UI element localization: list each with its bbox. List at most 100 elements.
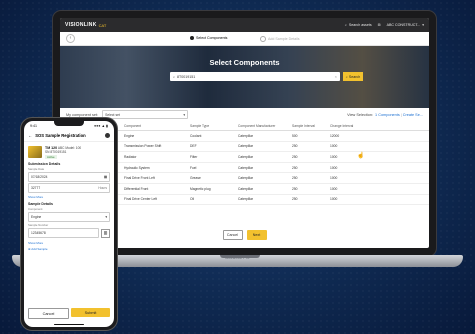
hours-unit: Hours — [98, 186, 107, 190]
step-active-dot — [190, 36, 194, 40]
page-title: Select Components — [209, 58, 280, 67]
search-icon: ⌕ — [173, 74, 176, 79]
sample-number-field[interactable]: 12345678 — [28, 228, 99, 238]
app-top-bar: VISIONLINK CAT ⌕ Search assets ⊞ ABC CON… — [60, 18, 429, 32]
sample-type-cell: DEF — [188, 141, 236, 153]
asset-card: TM 120 ABC Model: 100 SN 8T0019151 Activ… — [28, 146, 110, 159]
search-button[interactable]: ⌕ Search — [343, 72, 363, 81]
show-more-link[interactable]: Show More — [28, 241, 110, 245]
account-label: ABC CONSTRUCT... — [386, 23, 421, 27]
sample-type-cell: Oil — [188, 194, 236, 206]
manufacturer-cell: Caterpillar — [236, 183, 290, 195]
change-interval-cell: 12000 — [328, 130, 429, 142]
component-cell: Transmission Power Shift — [122, 141, 188, 153]
change-interval-cell: 1000 — [328, 151, 429, 163]
manufacturer-cell: Caterpillar — [236, 162, 290, 174]
component-set-row: My component set: Select set ▾ View Sele… — [60, 108, 429, 121]
component-cell: Final Drive Center Left — [122, 194, 188, 206]
next-button[interactable]: Next — [246, 230, 267, 240]
step-inactive-dot — [260, 36, 266, 42]
clear-icon[interactable]: × — [335, 74, 340, 79]
chevron-down-icon: ▾ — [183, 112, 186, 117]
asset-thumbnail — [28, 146, 42, 158]
component-select[interactable]: Engine ▾ — [28, 212, 110, 222]
sample-date-value: 07/18/2024 — [31, 175, 48, 179]
manufacturer-cell: Caterpillar — [236, 151, 290, 163]
change-interval-cell: 1000 — [328, 194, 429, 206]
phone-screen: 9:41 ●●● ▲ ▮ ← SOS Sample Registration T… — [24, 121, 114, 327]
sample-interval-cell: 250 — [290, 141, 328, 153]
sample-interval-cell: 250 — [290, 172, 328, 184]
chevron-down-icon: ▾ — [422, 23, 424, 27]
sample-interval-cell: 500 — [290, 130, 328, 142]
status-time: 9:41 — [30, 123, 37, 128]
change-interval-cell: 1000 — [328, 162, 429, 174]
phone-page-title: SOS Sample Registration — [35, 133, 86, 138]
phone-cancel-button[interactable]: Cancel — [28, 308, 69, 319]
column-header[interactable]: Sample Interval — [290, 121, 328, 131]
sample-type-cell: Fuel — [188, 162, 236, 174]
search-button-label: Search — [348, 74, 361, 79]
manufacturer-cell: Caterpillar — [236, 194, 290, 206]
component-set-select[interactable]: Select set ▾ — [102, 110, 189, 119]
search-assets-button[interactable]: ⌕ Search assets — [345, 23, 372, 27]
sample-interval-cell: 250 — [290, 194, 328, 206]
view-selection-link[interactable]: 1 Components — [375, 113, 400, 117]
search-icon: ⌕ — [345, 74, 348, 79]
search-assets-label: Search assets — [348, 23, 372, 27]
step-select-components: Select Components — [190, 36, 227, 40]
status-icons: ●●● ▲ ▮ — [93, 123, 108, 128]
change-interval-cell: 1000 — [328, 183, 429, 195]
steps-bar: ‹ Select Components Add Sample Details — [60, 32, 429, 46]
component-search-input[interactable]: ⌕ 8T0019151 × — [170, 72, 340, 81]
phone-header: ← SOS Sample Registration — [24, 130, 114, 142]
component-cell: Final Drive Front Left — [122, 172, 188, 184]
column-header[interactable]: Sample Type — [188, 121, 236, 131]
barcode-scan-icon[interactable]: ▥ — [101, 228, 110, 238]
sample-date-label: Sample Date — [28, 167, 45, 171]
change-interval-cell: 1000 — [328, 141, 429, 153]
laptop-hinge — [220, 255, 260, 258]
asset-serial: SN 8T0019151 — [45, 150, 67, 154]
show-more-link[interactable]: Show More — [28, 195, 110, 199]
sample-interval-cell: 250 — [290, 151, 328, 163]
column-header[interactable]: Component Manufacturer — [236, 121, 290, 131]
apps-icon[interactable]: ⊞ — [378, 23, 381, 27]
account-menu[interactable]: ABC CONSTRUCT... ▾ — [387, 23, 424, 27]
step-1-label: Select Components — [196, 36, 228, 40]
component-cell: Differential Front — [122, 183, 188, 195]
chevron-down-icon: ▾ — [105, 215, 107, 219]
avatar[interactable] — [105, 133, 110, 138]
phone-submit-button[interactable]: Submit — [71, 308, 110, 317]
app-logo-sub: CAT — [98, 22, 107, 28]
back-arrow-icon[interactable]: ← — [28, 133, 32, 138]
hours-field[interactable]: 32777 Hours — [28, 183, 110, 193]
manufacturer-cell: Caterpillar — [236, 130, 290, 142]
hours-value: 32777 — [31, 186, 41, 190]
hero-banner: Select Components ⌕ 8T0019151 × ⌕ Search — [60, 46, 429, 108]
add-sample-link[interactable]: ⊕ Add Sample — [28, 247, 110, 251]
component-cell: Engine — [122, 130, 188, 142]
column-header[interactable]: Component — [122, 121, 188, 131]
sample-number-value: 12345678 — [31, 231, 46, 235]
step-add-details: Add Sample Details — [260, 36, 300, 42]
app-logo: VISIONLINK — [65, 22, 97, 28]
home-indicator — [54, 323, 84, 325]
search-value: 8T0019151 — [177, 74, 196, 79]
back-button[interactable]: ‹ — [66, 34, 75, 43]
component-set-label: My component set: — [66, 112, 99, 117]
sample-type-cell: Coolant — [188, 130, 236, 142]
sample-date-field[interactable]: 07/18/2024 ▦ — [28, 172, 110, 182]
cancel-button[interactable]: Cancel — [222, 230, 243, 240]
component-set-placeholder: Select set — [105, 112, 120, 117]
create-set-link[interactable]: Create Se... — [403, 113, 423, 117]
phone-footer-actions: Cancel Submit — [24, 308, 114, 319]
sample-details-heading: Sample Details — [28, 202, 53, 206]
phone-frame: 9:41 ●●● ▲ ▮ ← SOS Sample Registration T… — [20, 117, 118, 331]
manufacturer-cell: Caterpillar — [236, 172, 290, 184]
column-header[interactable]: Change Interval — [328, 121, 429, 131]
calendar-icon: ▦ — [103, 175, 107, 179]
component-label: Component — [28, 207, 43, 211]
add-sample-label: Add Sample — [31, 247, 48, 251]
view-selection-label: View Selection: — [347, 112, 374, 117]
